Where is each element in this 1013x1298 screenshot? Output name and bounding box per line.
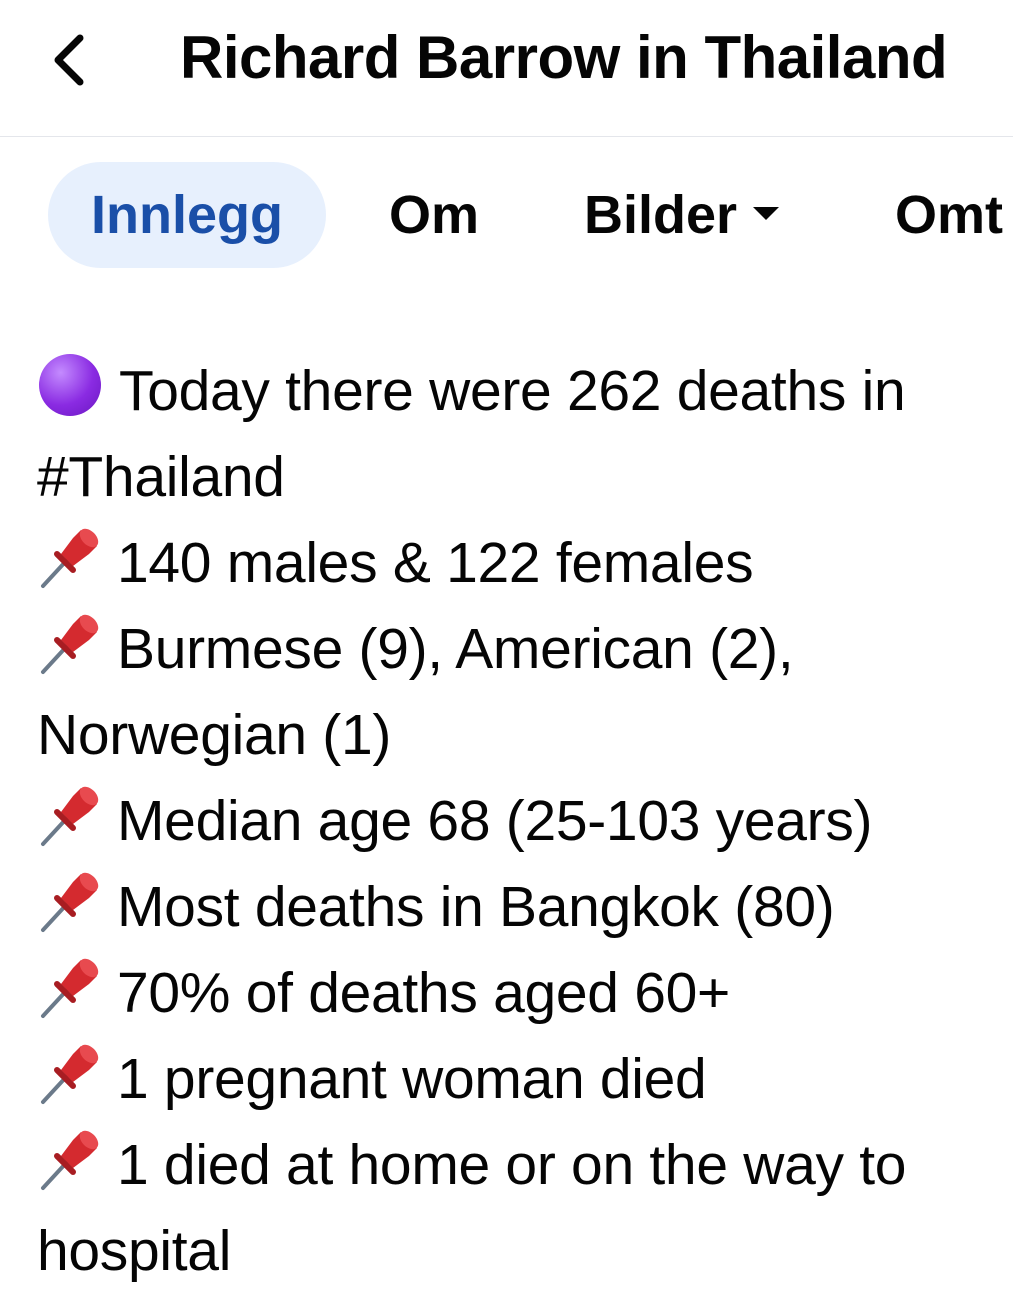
post-line: 1 died at home or on the way to hospital: [37, 1122, 977, 1294]
post-line-text: 1 died at home or on the way to hospital: [37, 1133, 907, 1283]
tab-bar: Innlegg Om Bilder Omt: [0, 162, 1013, 268]
tab-innlegg[interactable]: Innlegg: [48, 162, 326, 268]
back-button[interactable]: [38, 22, 102, 98]
post-line: 1 pregnant woman died: [37, 1036, 977, 1122]
post-line-text: 70% of deaths aged 60+: [117, 961, 730, 1025]
pushpin-icon: [41, 958, 99, 1018]
post-line-text: Burmese (9), American (2), Norwegian (1): [37, 617, 794, 767]
purple-circle-icon: [39, 354, 101, 416]
post-line: 70% of deaths aged 60+: [37, 950, 977, 1036]
pushpin-icon: [41, 872, 99, 932]
page-title: Richard Barrow in Thailand: [180, 24, 948, 91]
post-line-text: 140 males & 122 females: [117, 531, 754, 595]
tab-label: Bilder: [584, 185, 738, 245]
post-line-text: Most deaths in Bangkok (80): [117, 875, 835, 939]
tab-om[interactable]: Om: [389, 162, 479, 268]
post-line: Burmese (9), American (2), Norwegian (1): [37, 606, 977, 778]
post-line: Today there were 262 deaths in #Thailand: [37, 348, 977, 520]
tab-label: Innlegg: [91, 185, 283, 245]
pushpin-icon: [41, 614, 99, 674]
chevron-left-icon: [54, 34, 84, 86]
post-line-text: Today there were 262 deaths in #Thailand: [37, 359, 906, 509]
tab-omtaler[interactable]: Omt: [895, 162, 1003, 268]
post-line: Median age 68 (25-103 years): [37, 778, 977, 864]
top-bar: Richard Barrow in Thailand: [0, 0, 1013, 137]
pushpin-icon: [41, 1130, 99, 1190]
pushpin-icon: [41, 1044, 99, 1104]
tab-label: Omt: [895, 185, 1003, 245]
caret-down-icon: [753, 206, 780, 220]
post-line: Most deaths in Bangkok (80): [37, 864, 977, 950]
pushpin-icon: [41, 786, 99, 846]
post-line: 140 males & 122 females: [37, 520, 977, 606]
post-body: Today there were 262 deaths in #Thailand…: [37, 348, 977, 1294]
post-line-text: 1 pregnant woman died: [117, 1047, 707, 1111]
post-line-text: Median age 68 (25-103 years): [117, 789, 873, 853]
pushpin-icon: [41, 528, 99, 588]
tab-label: Om: [389, 185, 480, 245]
tab-bilder[interactable]: Bilder: [584, 162, 780, 268]
